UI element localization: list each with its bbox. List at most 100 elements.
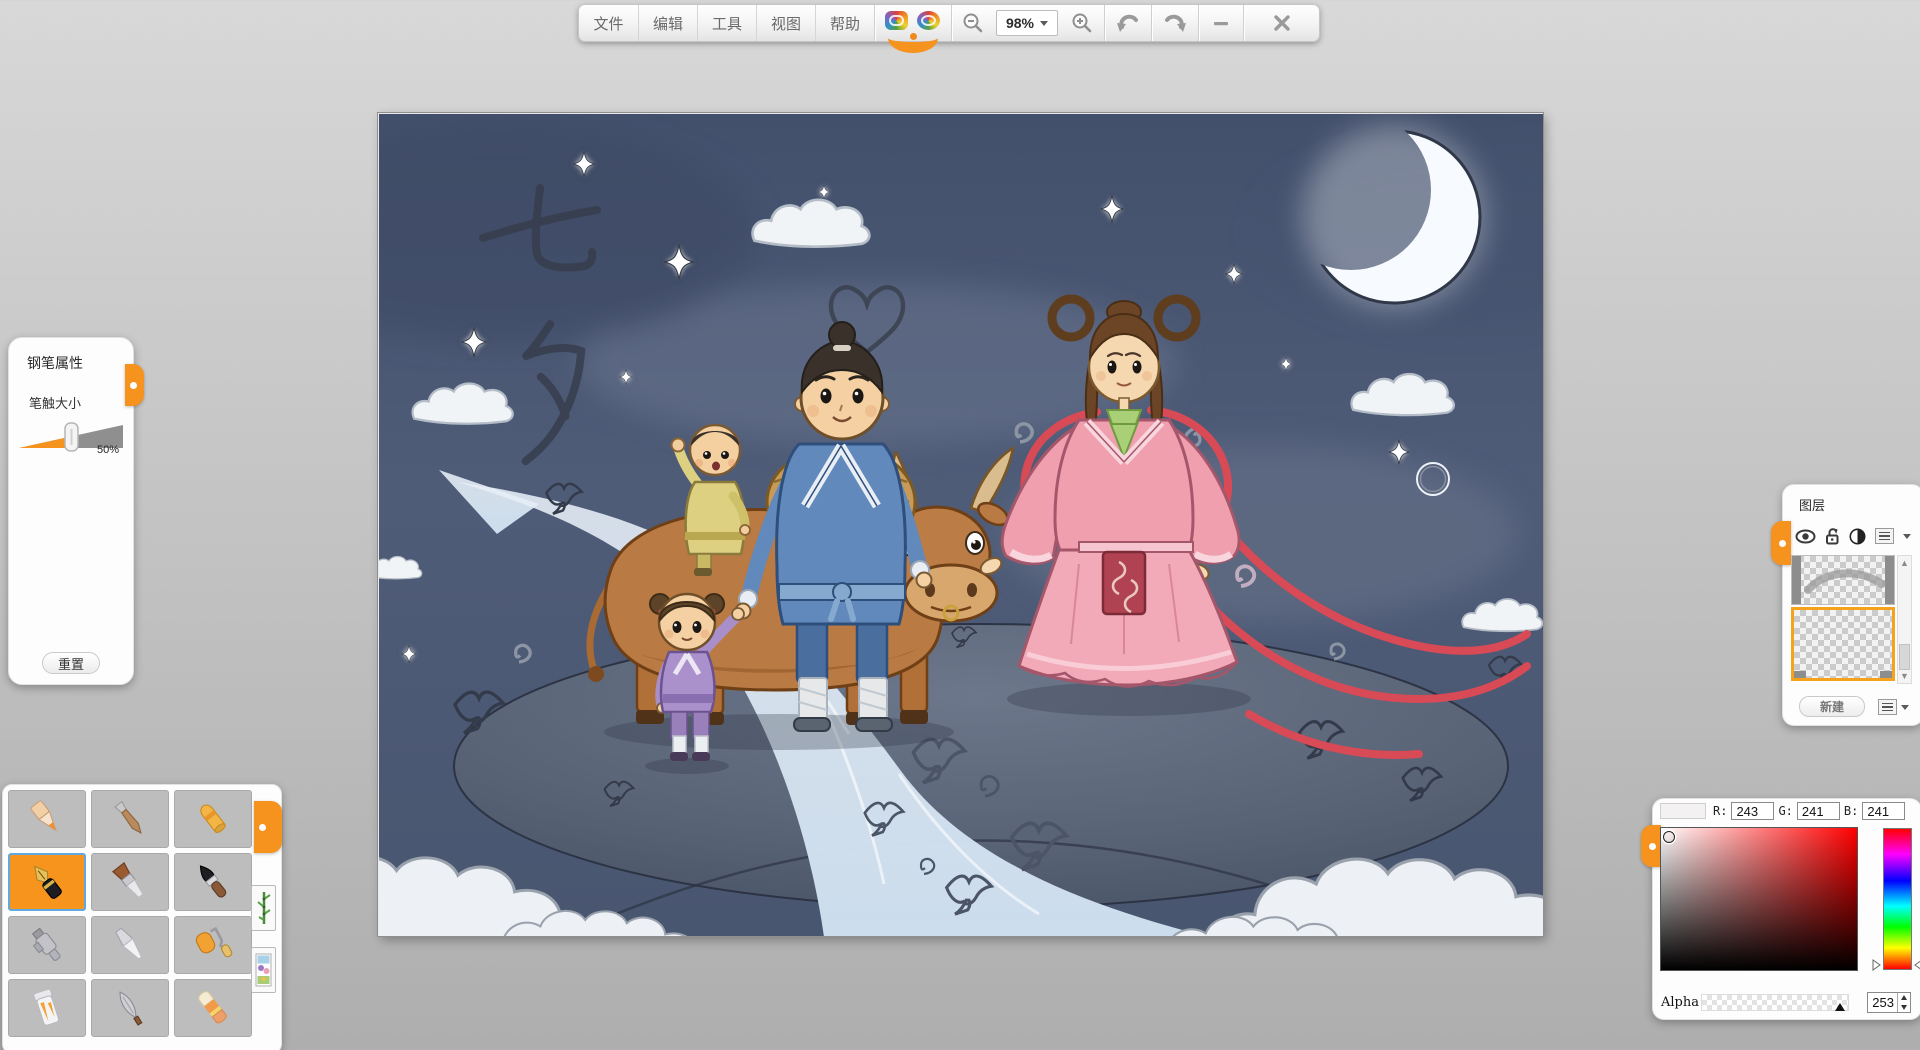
tool-airbrush[interactable] <box>8 916 86 974</box>
scroll-up-icon[interactable]: ▲ <box>1898 556 1911 570</box>
paint-tube-icon <box>115 927 143 960</box>
pen-properties-panel: 钢笔属性 笔触大小 50% 重置 <box>8 337 144 685</box>
minimize-button[interactable] <box>1199 5 1243 41</box>
tool-ink-brush[interactable] <box>174 853 252 911</box>
hue-bar[interactable] <box>1883 828 1912 970</box>
menu-tools[interactable]: 工具 <box>697 5 756 41</box>
thumb-edge <box>1794 671 1806 678</box>
tool-pen-selected[interactable] <box>8 853 86 911</box>
app-logo[interactable] <box>875 5 951 53</box>
lock-unlocked-icon[interactable] <box>1825 527 1840 545</box>
tool-paint-bottle[interactable] <box>8 979 86 1037</box>
panel-drag-handle[interactable] <box>1641 825 1661 867</box>
close-button[interactable] <box>1244 5 1319 41</box>
tool-paint-tube[interactable] <box>91 916 169 974</box>
alpha-increment-button[interactable] <box>1898 993 1910 1003</box>
visibility-eye-icon[interactable] <box>1795 529 1816 544</box>
fountain-pen-icon <box>34 865 62 899</box>
pen-panel-title: 钢笔属性 <box>27 355 83 371</box>
pencil-icon <box>30 800 57 832</box>
new-layer-button[interactable]: 新建 <box>1799 696 1865 717</box>
undo-icon <box>1117 14 1138 32</box>
alpha-decrement-button[interactable] <box>1898 1003 1910 1013</box>
logo-smile <box>888 23 938 53</box>
app-window: { "app": { "logo_label": "乐画", "accent_c… <box>0 0 1920 1050</box>
bamboo-icon <box>256 892 271 924</box>
zoom-out-icon <box>963 13 983 33</box>
tool-palette <box>2 784 282 1050</box>
menu-help[interactable]: 帮助 <box>815 5 874 41</box>
panel-drag-handle[interactable] <box>254 801 282 853</box>
menu-file[interactable]: 文件 <box>579 5 638 41</box>
panel-drag-handle[interactable] <box>1771 521 1791 565</box>
r-label: R: <box>1713 804 1728 818</box>
tool-palette-knife[interactable] <box>91 979 169 1037</box>
menu-edit[interactable]: 编辑 <box>638 5 697 41</box>
b-label: B: <box>1843 804 1859 818</box>
g-input[interactable] <box>1796 802 1840 820</box>
zoom-in-button[interactable] <box>1060 5 1104 41</box>
paint-brush-icon <box>111 862 144 899</box>
opacity-contrast-icon[interactable] <box>1849 528 1866 545</box>
brush-size-label: 笔触大小 <box>29 396 82 411</box>
sv-cursor[interactable] <box>1663 831 1675 843</box>
tool-roller[interactable] <box>174 916 252 974</box>
tool-paint-brush[interactable] <box>91 853 169 911</box>
layer-menu-button[interactable] <box>1878 699 1897 715</box>
tool-eraser[interactable] <box>174 979 252 1037</box>
redo-icon <box>1165 14 1186 32</box>
g-label: G: <box>1778 804 1793 818</box>
chevron-down-icon[interactable] <box>1903 533 1911 539</box>
redo-button[interactable] <box>1152 5 1198 41</box>
r-input[interactable] <box>1731 802 1775 820</box>
blend-mode-button[interactable] <box>1875 528 1894 544</box>
alpha-slider-marker[interactable] <box>1835 1003 1845 1011</box>
pastel-icon <box>114 800 142 834</box>
hue-marker-right[interactable] <box>1914 959 1920 971</box>
roller-icon <box>195 926 233 958</box>
crescent-moon <box>1302 125 1486 309</box>
panel-drag-handle[interactable] <box>125 364 144 406</box>
layers-scrollbar[interactable]: ▲ ▼ <box>1897 555 1912 684</box>
chevron-down-icon <box>1040 20 1049 26</box>
bamboo-stamp-button[interactable] <box>251 885 276 931</box>
saturation-value-square[interactable] <box>1660 827 1858 971</box>
ink-brush-icon <box>199 865 227 898</box>
zoom-level-select[interactable]: 98% <box>996 10 1058 36</box>
layer-scribble <box>1804 569 1886 594</box>
airbrush-icon <box>31 927 61 961</box>
layer-thumbnail-sketch[interactable] <box>1791 555 1895 605</box>
scroll-down-icon[interactable]: ▼ <box>1898 669 1911 683</box>
menu-view[interactable]: 视图 <box>756 5 815 41</box>
undo-button[interactable] <box>1105 5 1151 41</box>
b-input[interactable] <box>1862 802 1906 820</box>
alpha-label: Alpha <box>1661 995 1699 1010</box>
alpha-spinner: 253 <box>1867 992 1911 1013</box>
alpha-slider[interactable] <box>1701 994 1849 1011</box>
drawing-canvas[interactable]: 七夕 <box>377 112 1544 937</box>
color-picker-panel: R: G: B: Alpha 253 <box>1641 798 1920 1020</box>
zoom-out-button[interactable] <box>952 5 994 41</box>
tool-crayon[interactable] <box>174 790 252 848</box>
picture-icon <box>255 953 272 987</box>
tool-pastel[interactable] <box>91 790 169 848</box>
tool-pencil[interactable] <box>8 790 86 848</box>
palette-side-rail <box>249 785 282 1050</box>
rgb-inputs: R: G: B: <box>1713 802 1906 820</box>
hue-marker-left[interactable] <box>1872 959 1881 971</box>
layers-panel: 图层 ▲ ▼ 新建 <box>1771 484 1920 726</box>
alpha-value: 253 <box>1872 995 1894 1010</box>
crayon-icon <box>200 804 226 834</box>
chevron-down-icon[interactable] <box>1901 704 1909 710</box>
layer-thumbnail-selected[interactable] <box>1791 607 1895 681</box>
reset-button[interactable]: 重置 <box>42 652 100 674</box>
brush-size-value: 50% <box>96 444 119 456</box>
picture-stamp-button[interactable] <box>251 947 276 993</box>
qixi-painting: 七夕 <box>379 114 1544 937</box>
tool-grid <box>8 790 252 1037</box>
close-icon <box>1273 15 1290 31</box>
thumb-edge <box>1880 671 1892 678</box>
scrollbar-thumb[interactable] <box>1899 644 1910 670</box>
zoom-in-icon <box>1072 13 1092 33</box>
current-color-swatch[interactable] <box>1660 803 1706 819</box>
